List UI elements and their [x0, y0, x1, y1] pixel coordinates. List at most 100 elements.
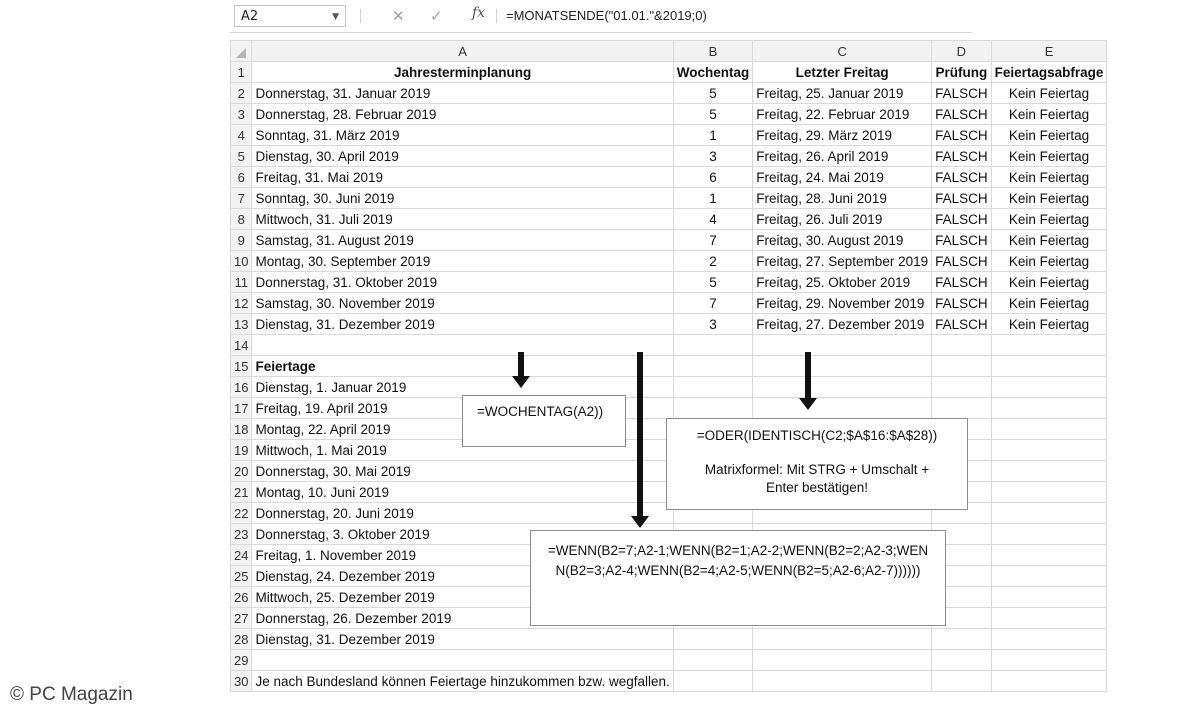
row-header[interactable]: 25	[229, 565, 253, 587]
cell[interactable]: Donnerstag, 31. Januar 2019	[251, 82, 674, 104]
row-header[interactable]: 7	[229, 187, 253, 209]
cell[interactable]: 1	[672, 187, 754, 209]
row-header[interactable]: 3	[229, 103, 253, 125]
cell[interactable]: 6	[672, 166, 754, 188]
cell[interactable]: Kein Feiertag	[990, 145, 1108, 167]
cell[interactable]: Donnerstag, 28. Februar 2019	[251, 103, 674, 125]
row-header[interactable]: 15	[229, 355, 253, 377]
cell[interactable]	[931, 649, 992, 671]
cell[interactable]	[672, 355, 754, 377]
row-header[interactable]: 19	[229, 439, 253, 461]
cell[interactable]	[990, 523, 1108, 545]
cell[interactable]	[990, 670, 1108, 692]
cell[interactable]	[931, 376, 992, 398]
header-cell-c[interactable]: Letzter Freitag	[752, 61, 933, 83]
cell[interactable]	[672, 397, 754, 419]
cell[interactable]: Dienstag, 31. Dezember 2019	[251, 313, 674, 335]
cell[interactable]	[752, 355, 933, 377]
row-header[interactable]: 10	[229, 250, 253, 272]
header-cell-d[interactable]: Prüfung	[931, 61, 992, 83]
row-header[interactable]: 1	[229, 61, 253, 83]
cell[interactable]: Freitag, 27. Dezember 2019	[752, 313, 933, 335]
row-header[interactable]: 21	[229, 481, 253, 503]
cell[interactable]: Sonntag, 31. März 2019	[251, 124, 674, 146]
row-header[interactable]: 23	[229, 523, 253, 545]
cell[interactable]: 1	[672, 124, 754, 146]
row-header[interactable]: 29	[229, 649, 253, 671]
cell[interactable]	[990, 376, 1108, 398]
cell[interactable]: Freitag, 26. April 2019	[752, 145, 933, 167]
chevron-down-icon[interactable]: ▼	[332, 6, 339, 28]
cell[interactable]: Freitag, 27. September 2019	[752, 250, 933, 272]
cell[interactable]: FALSCH	[931, 82, 992, 104]
row-header[interactable]: 6	[229, 166, 253, 188]
column-header-a[interactable]: A	[251, 40, 674, 62]
cell[interactable]	[990, 481, 1108, 503]
column-header-d[interactable]: D	[931, 40, 992, 62]
cell[interactable]: 3	[672, 145, 754, 167]
cell[interactable]: FALSCH	[931, 229, 992, 251]
cell[interactable]	[990, 397, 1108, 419]
cell[interactable]: FALSCH	[931, 103, 992, 125]
cell[interactable]: 7	[672, 292, 754, 314]
row-header[interactable]: 17	[229, 397, 253, 419]
cell[interactable]	[990, 460, 1108, 482]
cell[interactable]: FALSCH	[931, 313, 992, 335]
column-header-b[interactable]: B	[672, 40, 754, 62]
cell[interactable]	[990, 334, 1108, 356]
cell[interactable]: Freitag, 26. Juli 2019	[752, 208, 933, 230]
cell[interactable]: Freitag, 25. Januar 2019	[752, 82, 933, 104]
cell[interactable]: Kein Feiertag	[990, 187, 1108, 209]
column-header-c[interactable]: C	[752, 40, 933, 62]
row-header[interactable]: 27	[229, 607, 253, 629]
cell[interactable]	[931, 628, 992, 650]
cell[interactable]: Freitag, 29. November 2019	[752, 292, 933, 314]
holidays-title[interactable]: Feiertage	[251, 355, 674, 377]
row-header[interactable]: 30	[229, 670, 253, 692]
cell[interactable]: Freitag, 29. März 2019	[752, 124, 933, 146]
cell[interactable]	[931, 397, 992, 419]
cell[interactable]: FALSCH	[931, 292, 992, 314]
cell[interactable]: FALSCH	[931, 271, 992, 293]
cell[interactable]	[990, 439, 1108, 461]
cell[interactable]	[752, 376, 933, 398]
holiday-cell[interactable]: Donnerstag, 20. Juni 2019	[251, 502, 674, 524]
cell[interactable]: Kein Feiertag	[990, 103, 1108, 125]
footnote-cell[interactable]: Je nach Bundesland können Feiertage hinz…	[251, 670, 674, 692]
cell[interactable]: FALSCH	[931, 166, 992, 188]
cell[interactable]: Donnerstag, 31. Oktober 2019	[251, 271, 674, 293]
cell[interactable]: Freitag, 31. Mai 2019	[251, 166, 674, 188]
cell[interactable]	[990, 628, 1108, 650]
holiday-cell[interactable]: Montag, 10. Juni 2019	[251, 481, 674, 503]
cell[interactable]: Kein Feiertag	[990, 313, 1108, 335]
check-icon[interactable]: ✓	[430, 6, 443, 26]
cell[interactable]	[672, 628, 754, 650]
cell[interactable]	[752, 397, 933, 419]
cell[interactable]: Samstag, 30. November 2019	[251, 292, 674, 314]
cell[interactable]: Kein Feiertag	[990, 229, 1108, 251]
cell[interactable]: FALSCH	[931, 187, 992, 209]
select-all-corner[interactable]	[229, 40, 253, 62]
row-header[interactable]: 5	[229, 145, 253, 167]
cell[interactable]: Freitag, 30. August 2019	[752, 229, 933, 251]
row-header[interactable]: 2	[229, 82, 253, 104]
fx-icon[interactable]: fx	[472, 5, 485, 21]
cell[interactable]: 5	[672, 103, 754, 125]
cell[interactable]: Kein Feiertag	[990, 82, 1108, 104]
cell[interactable]: Kein Feiertag	[990, 292, 1108, 314]
cell[interactable]: Freitag, 24. Mai 2019	[752, 166, 933, 188]
cell[interactable]: Freitag, 25. Oktober 2019	[752, 271, 933, 293]
header-cell-b[interactable]: Wochentag	[672, 61, 754, 83]
row-header[interactable]: 13	[229, 313, 253, 335]
cell[interactable]	[931, 670, 992, 692]
cell[interactable]: FALSCH	[931, 208, 992, 230]
row-header[interactable]: 16	[229, 376, 253, 398]
cell[interactable]: Kein Feiertag	[990, 250, 1108, 272]
cell[interactable]: 3	[672, 313, 754, 335]
row-header[interactable]: 18	[229, 418, 253, 440]
cell[interactable]	[251, 334, 674, 356]
cell[interactable]: Mittwoch, 31. Juli 2019	[251, 208, 674, 230]
header-cell-a[interactable]: Jahresterminplanung	[251, 61, 674, 83]
cell[interactable]	[672, 670, 754, 692]
cell[interactable]	[931, 355, 992, 377]
